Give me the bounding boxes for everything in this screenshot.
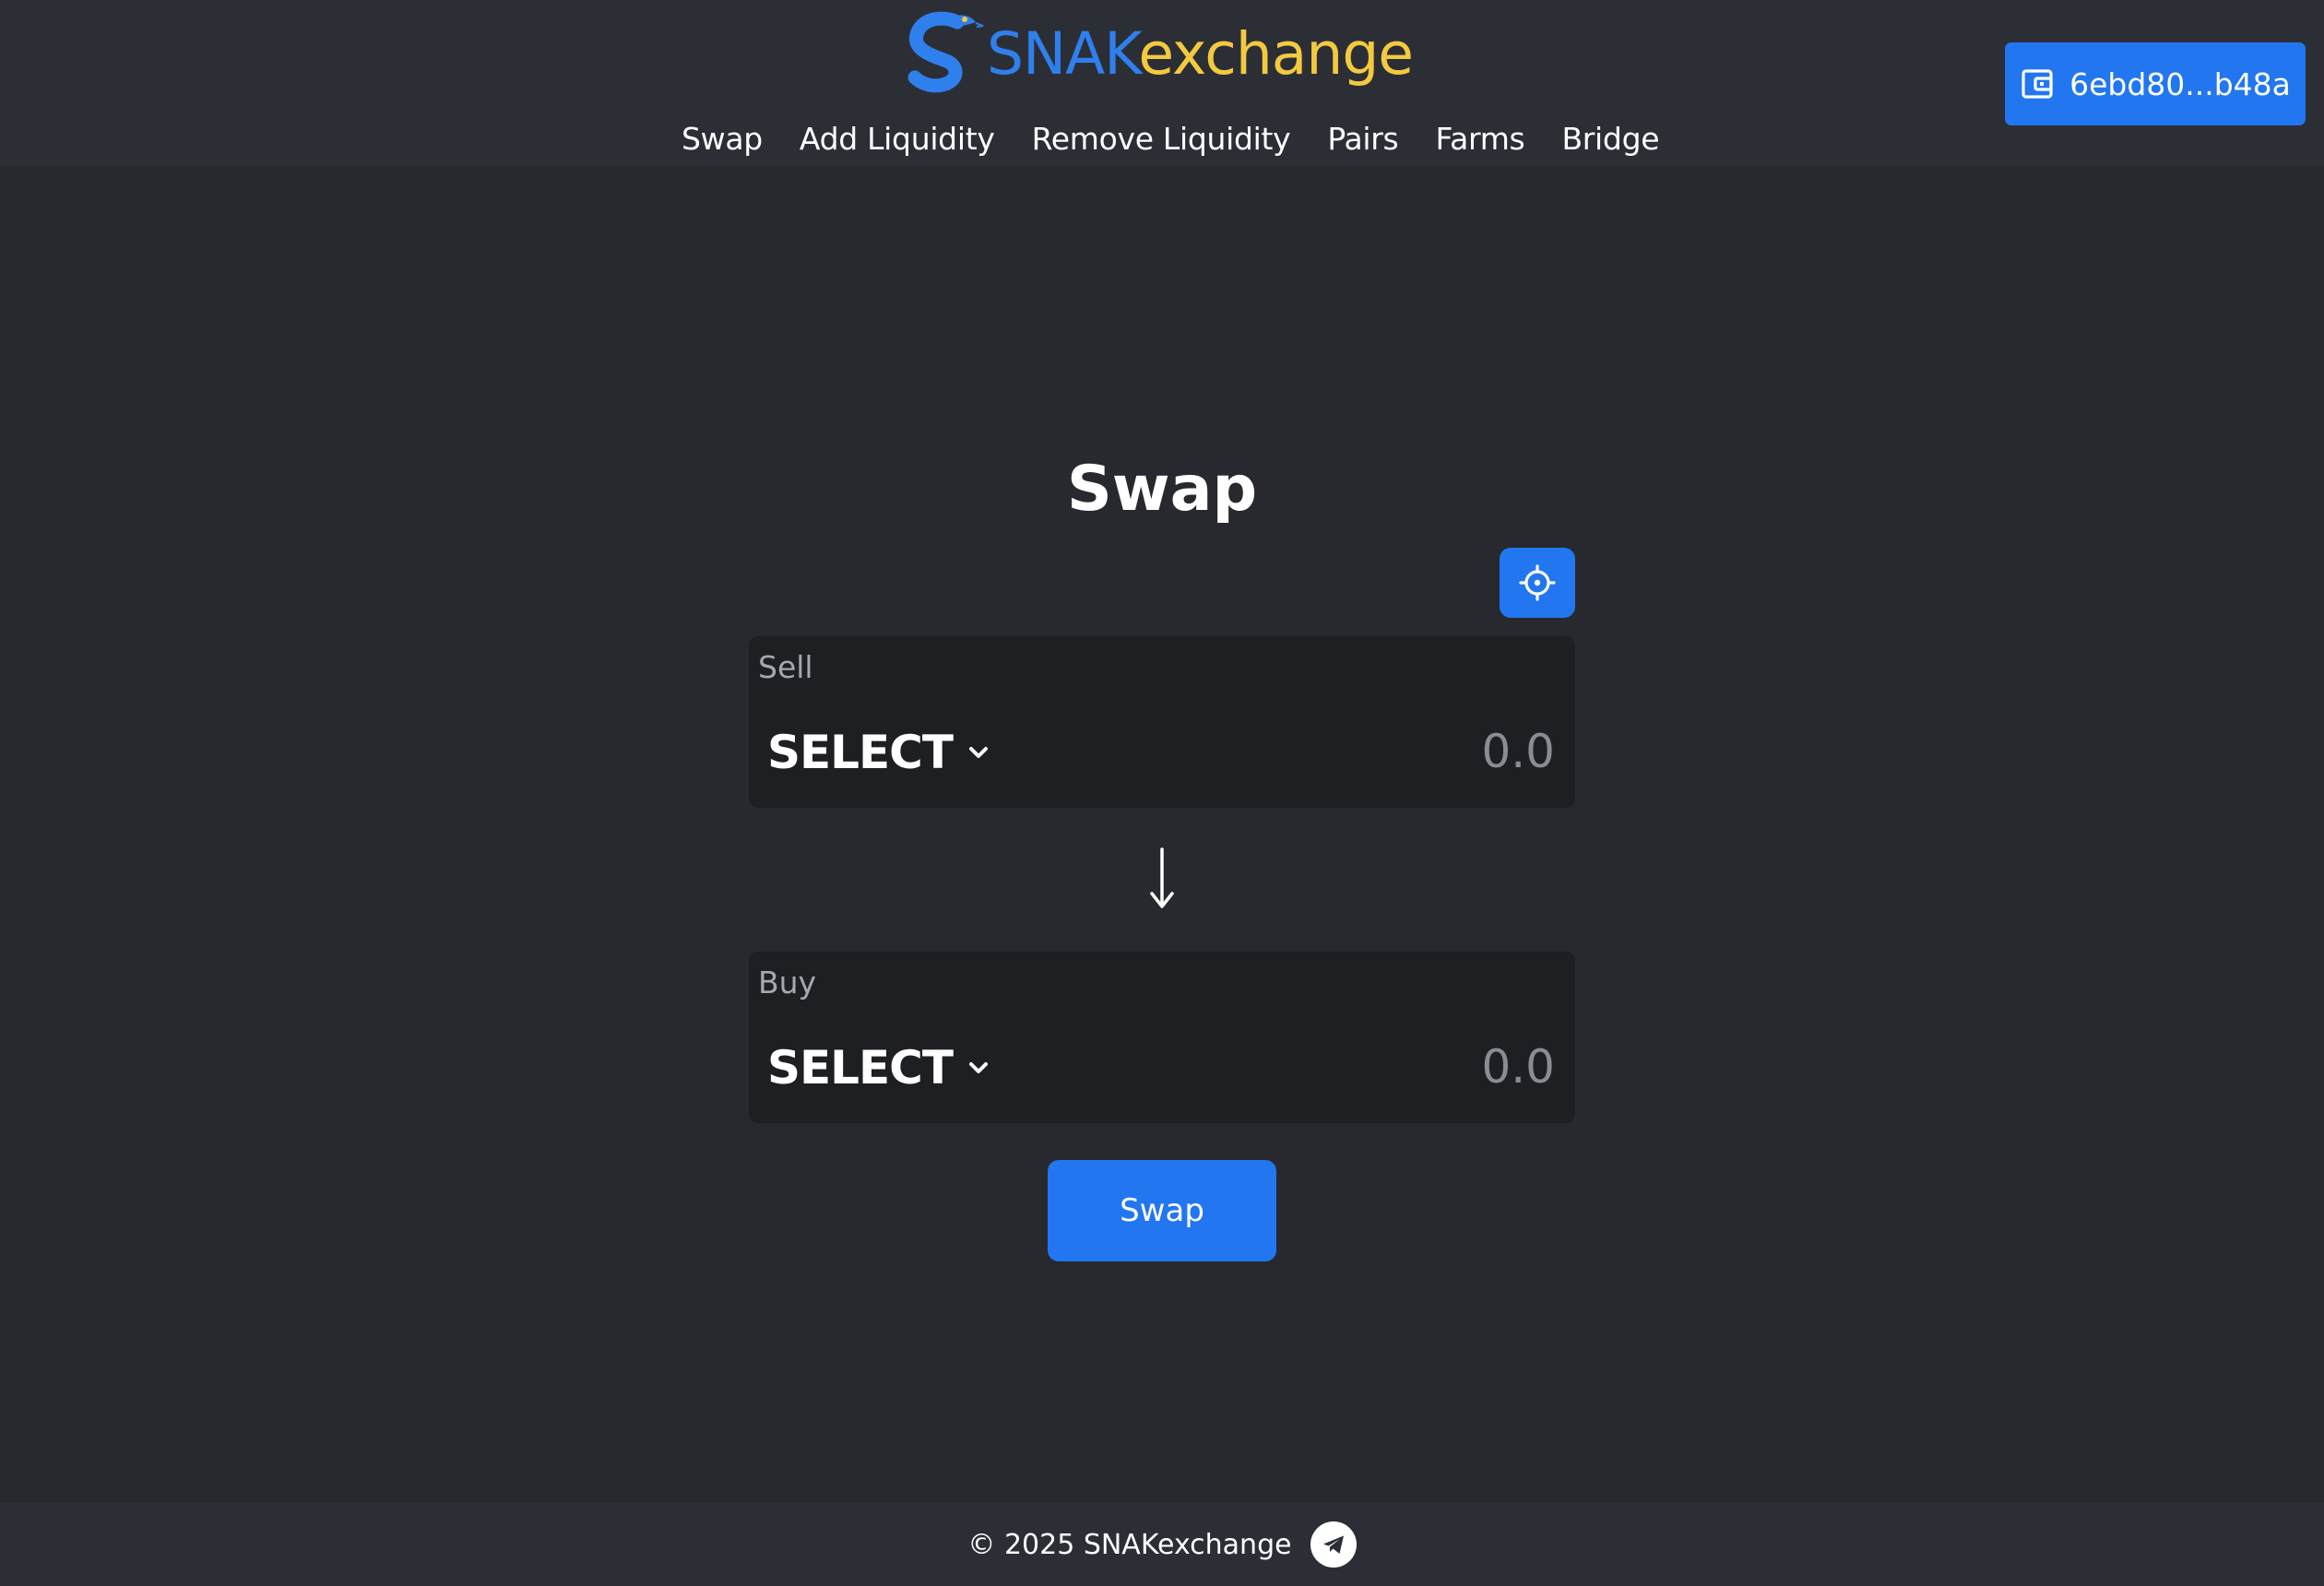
sell-panel: Sell SELECT xyxy=(749,636,1575,808)
nav-item-bridge[interactable]: Bridge xyxy=(1561,121,1659,157)
sell-label: Sell xyxy=(758,649,813,685)
buy-token-select-label: SELECT xyxy=(767,1041,954,1095)
brand-name: SNAKexchange xyxy=(987,25,1414,83)
swap-button[interactable]: Swap xyxy=(1048,1160,1276,1261)
wallet-button[interactable]: 6ebd80...b48a xyxy=(2005,42,2306,125)
telegram-icon xyxy=(1322,1535,1344,1554)
footer: © 2025 SNAKexchange xyxy=(0,1503,2324,1586)
brand-logo[interactable]: SNAKexchange xyxy=(900,6,1414,101)
sell-token-select[interactable]: SELECT xyxy=(767,723,991,782)
chevron-down-icon xyxy=(968,747,988,758)
nav-item-swap[interactable]: Swap xyxy=(682,121,763,157)
settings-button[interactable] xyxy=(1500,548,1575,618)
page-title: Swap xyxy=(1066,452,1258,526)
nav-item-farms[interactable]: Farms xyxy=(1435,121,1524,157)
buy-label: Buy xyxy=(758,965,817,1000)
wallet-icon xyxy=(2022,69,2053,99)
gear-icon xyxy=(1519,564,1556,601)
nav-item-pairs[interactable]: Pairs xyxy=(1327,121,1398,157)
chevron-down-icon xyxy=(968,1062,988,1073)
arrow-down-icon xyxy=(1150,847,1174,908)
snake-s-icon xyxy=(907,11,984,93)
main-nav: Swap Add Liquidity Remove Liquidity Pair… xyxy=(682,114,1660,162)
sell-amount-input[interactable] xyxy=(1169,719,1557,784)
brand-name-part-1: SNAK xyxy=(987,19,1139,88)
footer-copyright: © 2025 SNAKexchange xyxy=(967,1528,1292,1561)
wallet-address: 6ebd80...b48a xyxy=(2069,65,2291,102)
brand-name-part-2: exchange xyxy=(1138,19,1414,88)
nav-item-add-liquidity[interactable]: Add Liquidity xyxy=(800,121,995,157)
swap-direction-button[interactable] xyxy=(1131,841,1193,917)
sell-token-select-label: SELECT xyxy=(767,726,954,779)
buy-amount-input[interactable] xyxy=(1169,1035,1557,1099)
buy-panel: Buy SELECT xyxy=(749,952,1575,1123)
buy-token-select[interactable]: SELECT xyxy=(767,1038,991,1097)
top-header: SNAKexchange Swap Add Liquidity Remove L… xyxy=(0,0,2324,166)
telegram-link[interactable] xyxy=(1310,1521,1357,1568)
nav-item-remove-liquidity[interactable]: Remove Liquidity xyxy=(1032,121,1291,157)
